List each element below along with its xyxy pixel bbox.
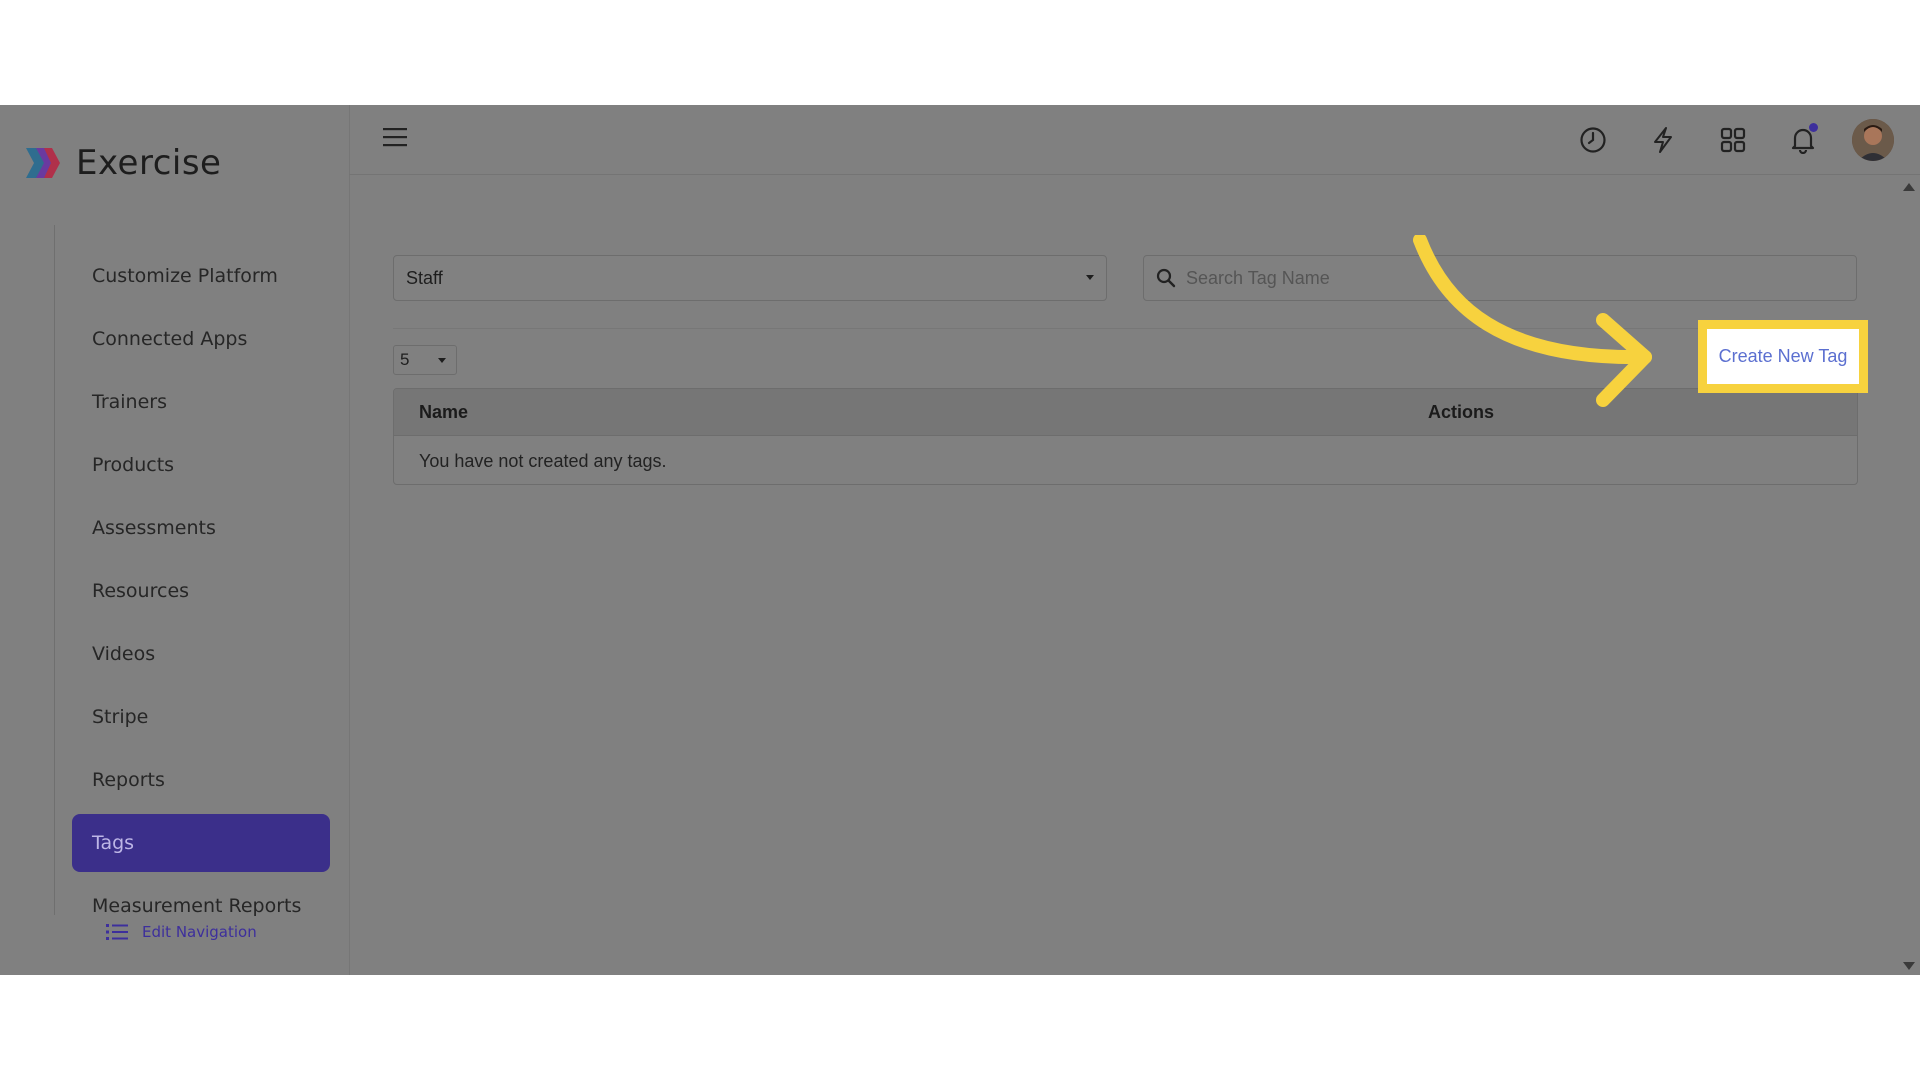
sidebar-item-assessments[interactable]: Assessments	[72, 499, 330, 557]
top-bar	[349, 105, 1920, 175]
sidebar-item-label: Products	[92, 454, 175, 476]
nav-divider-line	[54, 225, 55, 915]
edit-navigation-label: Edit Navigation	[142, 923, 257, 941]
empty-message: You have not created any tags.	[419, 450, 667, 471]
sidebar: Exercise Customize Platform Connected Ap…	[0, 105, 350, 975]
sidebar-item-label: Measurement Reports	[92, 895, 302, 917]
chevron-down-icon	[438, 358, 446, 363]
top-bar-icons	[1544, 119, 1894, 161]
notification-bell-icon[interactable]	[1782, 119, 1824, 161]
brand-name: Exercise	[76, 143, 222, 183]
column-header-name: Name	[419, 401, 469, 422]
edit-navigation-link[interactable]: Edit Navigation	[106, 923, 257, 941]
sidebar-item-connected-apps[interactable]: Connected Apps	[72, 310, 330, 368]
lightning-icon[interactable]	[1642, 119, 1684, 161]
search-icon	[1156, 268, 1176, 288]
history-icon[interactable]	[1572, 119, 1614, 161]
notification-dot	[1809, 123, 1818, 132]
exercise-logo-icon	[26, 148, 60, 178]
sidebar-item-resources[interactable]: Resources	[72, 562, 330, 620]
sidebar-item-label: Tags	[92, 832, 135, 854]
sidebar-item-label: Connected Apps	[92, 328, 248, 350]
page-size-value: 5	[400, 350, 410, 369]
sidebar-item-products[interactable]: Products	[72, 436, 330, 494]
sidebar-item-trainers[interactable]: Trainers	[72, 373, 330, 431]
menu-icon[interactable]	[383, 127, 407, 152]
sidebar-item-label: Resources	[92, 580, 190, 602]
annotation-arrow-icon	[1413, 235, 1652, 407]
page-size-select[interactable]: 5	[393, 345, 457, 375]
sidebar-item-label: Assessments	[92, 517, 216, 539]
sidebar-item-customize-platform[interactable]: Customize Platform	[72, 247, 330, 305]
sidebar-item-label: Reports	[92, 769, 165, 791]
staff-select-value: Staff	[406, 267, 443, 288]
sidebar-item-label: Videos	[92, 643, 156, 665]
sidebar-item-reports[interactable]: Reports	[72, 751, 330, 809]
create-new-tag-button[interactable]: Create New Tag	[1698, 320, 1868, 393]
scroll-down-arrow-icon[interactable]	[1903, 962, 1915, 970]
staff-select[interactable]: Staff	[393, 255, 1107, 301]
sidebar-nav: Customize Platform Connected Apps Traine…	[72, 247, 330, 940]
user-avatar[interactable]	[1852, 119, 1894, 161]
sidebar-item-label: Stripe	[92, 706, 149, 728]
sidebar-item-label: Customize Platform	[92, 265, 278, 287]
sidebar-item-tags[interactable]: Tags	[72, 814, 330, 872]
table-empty-row: You have not created any tags.	[394, 436, 1857, 484]
scroll-up-arrow-icon[interactable]	[1903, 183, 1915, 191]
sidebar-item-stripe[interactable]: Stripe	[72, 688, 330, 746]
list-icon	[106, 924, 128, 940]
create-new-tag-label: Create New Tag	[1718, 346, 1848, 366]
sidebar-item-label: Trainers	[92, 391, 167, 413]
sidebar-item-videos[interactable]: Videos	[72, 625, 330, 683]
brand[interactable]: Exercise	[24, 143, 221, 183]
chevron-down-icon	[1086, 275, 1094, 280]
app-window: Exercise Customize Platform Connected Ap…	[0, 105, 1920, 975]
apps-grid-icon[interactable]	[1712, 119, 1754, 161]
